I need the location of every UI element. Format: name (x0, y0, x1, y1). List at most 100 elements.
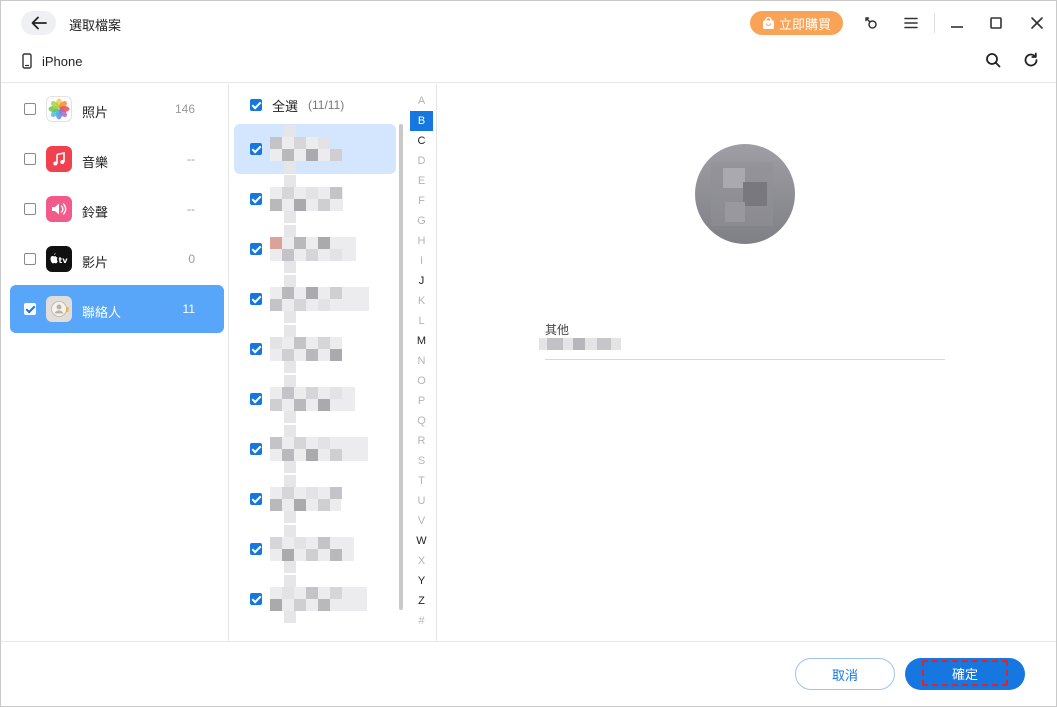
contact-row[interactable] (234, 274, 396, 324)
alphabet-letter[interactable]: B (410, 111, 433, 131)
category-item-3[interactable]: tv 影片 0 (10, 235, 224, 283)
confirm-button[interactable]: 確定 (905, 658, 1025, 690)
cancel-button[interactable]: 取消 (795, 658, 895, 690)
contact-row[interactable] (234, 124, 396, 174)
field-label-other: 其他 (545, 323, 570, 337)
ringtone-icon (46, 196, 72, 222)
contact-name-redacted (270, 275, 369, 323)
contact-checkbox[interactable] (250, 543, 262, 555)
alphabet-letter[interactable]: U (410, 491, 433, 511)
category-checkbox[interactable] (24, 103, 36, 115)
category-checkbox[interactable] (24, 153, 36, 165)
contact-row[interactable] (234, 374, 396, 424)
key-icon[interactable] (861, 13, 881, 33)
category-label: 影片 (82, 255, 109, 270)
alphabet-letter[interactable]: H (410, 231, 433, 251)
alphabet-letter[interactable]: Q (410, 411, 433, 431)
alphabet-letter[interactable]: I (410, 251, 433, 271)
contact-detail-panel: 其他 (438, 84, 1056, 641)
contact-name-redacted (270, 375, 366, 423)
hamburger-menu-icon[interactable] (901, 13, 921, 33)
category-item-0[interactable]: 照片 146 (10, 85, 224, 133)
alphabet-letter[interactable]: P (410, 391, 433, 411)
contact-checkbox[interactable] (250, 193, 262, 205)
phone-icon (22, 53, 32, 69)
maximize-icon[interactable] (986, 13, 1006, 33)
alphabet-letter[interactable]: # (410, 611, 433, 631)
alphabet-letter[interactable]: O (410, 371, 433, 391)
music-icon (46, 146, 72, 172)
contact-name-redacted (270, 525, 366, 573)
confirm-label: 確定 (951, 666, 978, 682)
category-label: 照片 (82, 105, 109, 120)
contact-row[interactable] (234, 424, 396, 474)
alphabet-letter[interactable]: C (410, 131, 433, 151)
alphabet-letter[interactable]: K (410, 291, 433, 311)
alphabet-letter[interactable]: X (410, 551, 433, 571)
select-all-checkbox[interactable]: 全選 (11/11) (250, 97, 345, 114)
contact-checkbox[interactable] (250, 143, 262, 155)
category-checkbox[interactable] (24, 253, 36, 265)
contact-checkbox[interactable] (250, 493, 262, 505)
minimize-icon[interactable] (947, 13, 967, 33)
buy-now-button[interactable]: 立即購買 (750, 11, 843, 35)
alphabet-letter[interactable]: W (410, 531, 433, 551)
contact-list-scrollbar[interactable] (399, 124, 403, 610)
alphabet-letter[interactable]: E (410, 171, 433, 191)
contact-row[interactable] (234, 174, 396, 224)
contact-row[interactable] (234, 524, 396, 574)
contact-name-redacted (270, 425, 368, 473)
alphabet-letter[interactable]: Z (410, 591, 433, 611)
category-label: 音樂 (82, 155, 109, 170)
contact-name-redacted (270, 325, 366, 373)
contact-checkbox[interactable] (250, 443, 262, 455)
category-count: 0 (188, 252, 195, 266)
contact-avatar (695, 144, 795, 244)
contact-name-redacted (270, 125, 366, 173)
apple-tv-icon: tv (46, 246, 72, 272)
device-name: iPhone (42, 54, 83, 69)
contact-list-panel: 全選 (11/11) (230, 84, 407, 641)
alphabet-letter[interactable]: N (410, 351, 433, 371)
category-item-1[interactable]: 音樂 -- (10, 135, 224, 183)
alphabet-letter[interactable]: V (410, 511, 433, 531)
alphabet-index: A B C D E F G H I J K L M N O P Q R S T U V W X Y Z # (407, 84, 437, 641)
category-count: 11 (182, 302, 195, 316)
field-underline (545, 359, 945, 360)
buy-now-label: 立即購買 (778, 16, 831, 32)
alphabet-letter[interactable]: T (410, 471, 433, 491)
alphabet-letter[interactable]: Y (410, 571, 433, 591)
alphabet-letter[interactable]: F (410, 191, 433, 211)
alphabet-letter[interactable]: J (410, 271, 433, 291)
alphabet-letter[interactable]: R (410, 431, 433, 451)
category-item-4[interactable]: 聯絡人 11 (10, 285, 224, 333)
category-item-2[interactable]: 鈴聲 -- (10, 185, 224, 233)
contact-checkbox[interactable] (250, 393, 262, 405)
alphabet-letter[interactable]: D (410, 151, 433, 171)
back-button[interactable] (21, 11, 56, 35)
contact-name-redacted (270, 225, 366, 273)
select-all-check[interactable] (250, 99, 262, 111)
search-icon[interactable] (983, 50, 1003, 70)
contact-row[interactable] (234, 324, 396, 374)
refresh-icon[interactable] (1021, 50, 1041, 70)
close-icon[interactable] (1027, 13, 1047, 33)
contact-row[interactable] (234, 224, 396, 274)
contact-checkbox[interactable] (250, 593, 262, 605)
alphabet-letter[interactable]: A (410, 91, 433, 111)
contact-row[interactable] (234, 574, 396, 624)
contact-checkbox[interactable] (250, 293, 262, 305)
category-label: 鈴聲 (82, 205, 109, 220)
contact-checkbox[interactable] (250, 343, 262, 355)
alphabet-letter[interactable]: L (410, 311, 433, 331)
select-all-count: (11/11) (308, 98, 345, 112)
alphabet-letter[interactable]: S (410, 451, 433, 471)
category-checkbox[interactable] (24, 203, 36, 215)
category-checkbox[interactable] (24, 303, 36, 315)
contact-row[interactable] (234, 474, 396, 524)
window-title: 選取檔案 (69, 18, 122, 33)
alphabet-letter[interactable]: G (410, 211, 433, 231)
contact-checkbox[interactable] (250, 243, 262, 255)
alphabet-letter[interactable]: M (410, 331, 433, 351)
confirm-highlight-box: 確定 (922, 660, 1008, 686)
